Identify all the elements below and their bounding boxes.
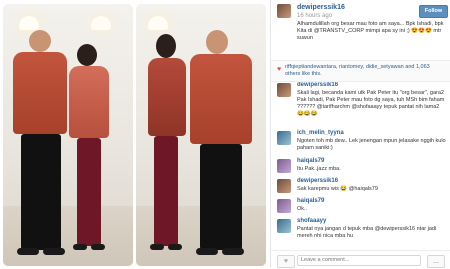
- man-shoe: [196, 248, 218, 255]
- comment-text: Ok..: [297, 206, 308, 212]
- commenter-username[interactable]: shofaaayy: [297, 218, 326, 224]
- author-avatar[interactable]: [277, 4, 291, 18]
- heart-icon: ♥: [277, 66, 282, 73]
- post-sidebar: dewiperssik16 16 hours ago Alhamdulillah…: [270, 0, 450, 269]
- woman-head: [77, 44, 97, 66]
- woman-top: [69, 66, 109, 138]
- ceiling-lamp: [148, 16, 168, 30]
- comment-text: Itu Pak..jazz mba.: [297, 166, 341, 172]
- man-shoe: [43, 248, 65, 255]
- woman-trousers: [154, 136, 178, 246]
- ceiling-lamp: [19, 16, 39, 30]
- comments-list[interactable]: dewiperssik16 Skali lagi, becanda kami u…: [271, 82, 450, 250]
- man-shirt: [13, 52, 67, 134]
- commenter-avatar[interactable]: [277, 83, 291, 97]
- man-head: [29, 30, 51, 52]
- woman-shoe: [73, 244, 87, 250]
- more-options-button[interactable]: ...: [427, 255, 445, 268]
- author-username[interactable]: dewiperssik16: [297, 4, 345, 11]
- commenter-avatar[interactable]: [277, 219, 291, 233]
- commenter-avatar[interactable]: [277, 199, 291, 213]
- comment-footer: ♥ ...: [271, 250, 450, 269]
- photo-frame-right: [136, 4, 266, 266]
- commenter-username[interactable]: haiqals79: [297, 158, 324, 164]
- woman-trousers: [77, 138, 101, 246]
- post-caption: Alhamdulillah org besar mau foto am saya…: [297, 21, 444, 41]
- heart-outline-icon: ♥: [283, 258, 289, 265]
- man-trousers: [200, 144, 242, 250]
- commenter-avatar[interactable]: [277, 159, 291, 173]
- commenter-avatar[interactable]: [277, 179, 291, 193]
- man-head: [206, 30, 228, 54]
- comment-text: Sak karepmu wis 😂 @haiqals79: [297, 186, 378, 192]
- comment-item: dewiperssik16 Skali lagi, becanda kami u…: [271, 82, 450, 128]
- man-shirt: [190, 54, 252, 144]
- comment-text: Skali lagi, becanda kami utk Pak Peter i…: [297, 90, 445, 117]
- woman-head: [156, 34, 176, 58]
- comment-item: ich_melin_tyyna Ngoten toh mb dew.. Lek …: [271, 130, 450, 156]
- man-shoe: [222, 248, 244, 255]
- commenter-username[interactable]: ich_melin_tyyna: [297, 130, 344, 136]
- woman-shoe: [150, 244, 164, 250]
- woman-shoe: [91, 244, 105, 250]
- comment-item: dewiperssik16 Sak karepmu wis 😂 @haiqals…: [271, 178, 450, 196]
- commenter-username[interactable]: dewiperssik16: [297, 178, 338, 184]
- ceiling-lamp: [91, 16, 111, 30]
- instagram-post-view: dewiperssik16 16 hours ago Alhamdulillah…: [0, 0, 450, 269]
- commenter-username[interactable]: haiqals79: [297, 198, 324, 204]
- likes-text[interactable]: riffqieptiandewantara, riantomey, didie_…: [285, 64, 445, 78]
- post-header: dewiperssik16 16 hours ago Alhamdulillah…: [271, 0, 450, 60]
- post-timestamp: 16 hours ago: [297, 13, 333, 19]
- comment-input[interactable]: [297, 255, 421, 266]
- likes-bar: ♥ riffqieptiandewantara, riantomey, didi…: [271, 60, 450, 82]
- comment-text: Pantat nya jangan d tepuk mba @dewiperss…: [297, 226, 437, 239]
- comment-item: shofaaayy Pantat nya jangan d tepuk mba …: [271, 218, 450, 248]
- like-button[interactable]: ♥: [277, 255, 295, 268]
- commenter-avatar[interactable]: [277, 131, 291, 145]
- commenter-username[interactable]: dewiperssik16: [297, 82, 338, 88]
- follow-button[interactable]: Follow: [419, 5, 448, 18]
- comment-item: haiqals79 Ok..: [271, 198, 450, 216]
- woman-top: [148, 58, 186, 136]
- photo-frame-left: [3, 4, 133, 266]
- man-shoe: [17, 248, 39, 255]
- post-photo: [0, 0, 268, 268]
- comment-item: haiqals79 Itu Pak..jazz mba.: [271, 158, 450, 176]
- woman-shoe: [168, 244, 182, 250]
- man-trousers: [21, 134, 61, 250]
- comment-text: Ngoten toh mb dew.. Lek jenengan mpun je…: [297, 138, 446, 151]
